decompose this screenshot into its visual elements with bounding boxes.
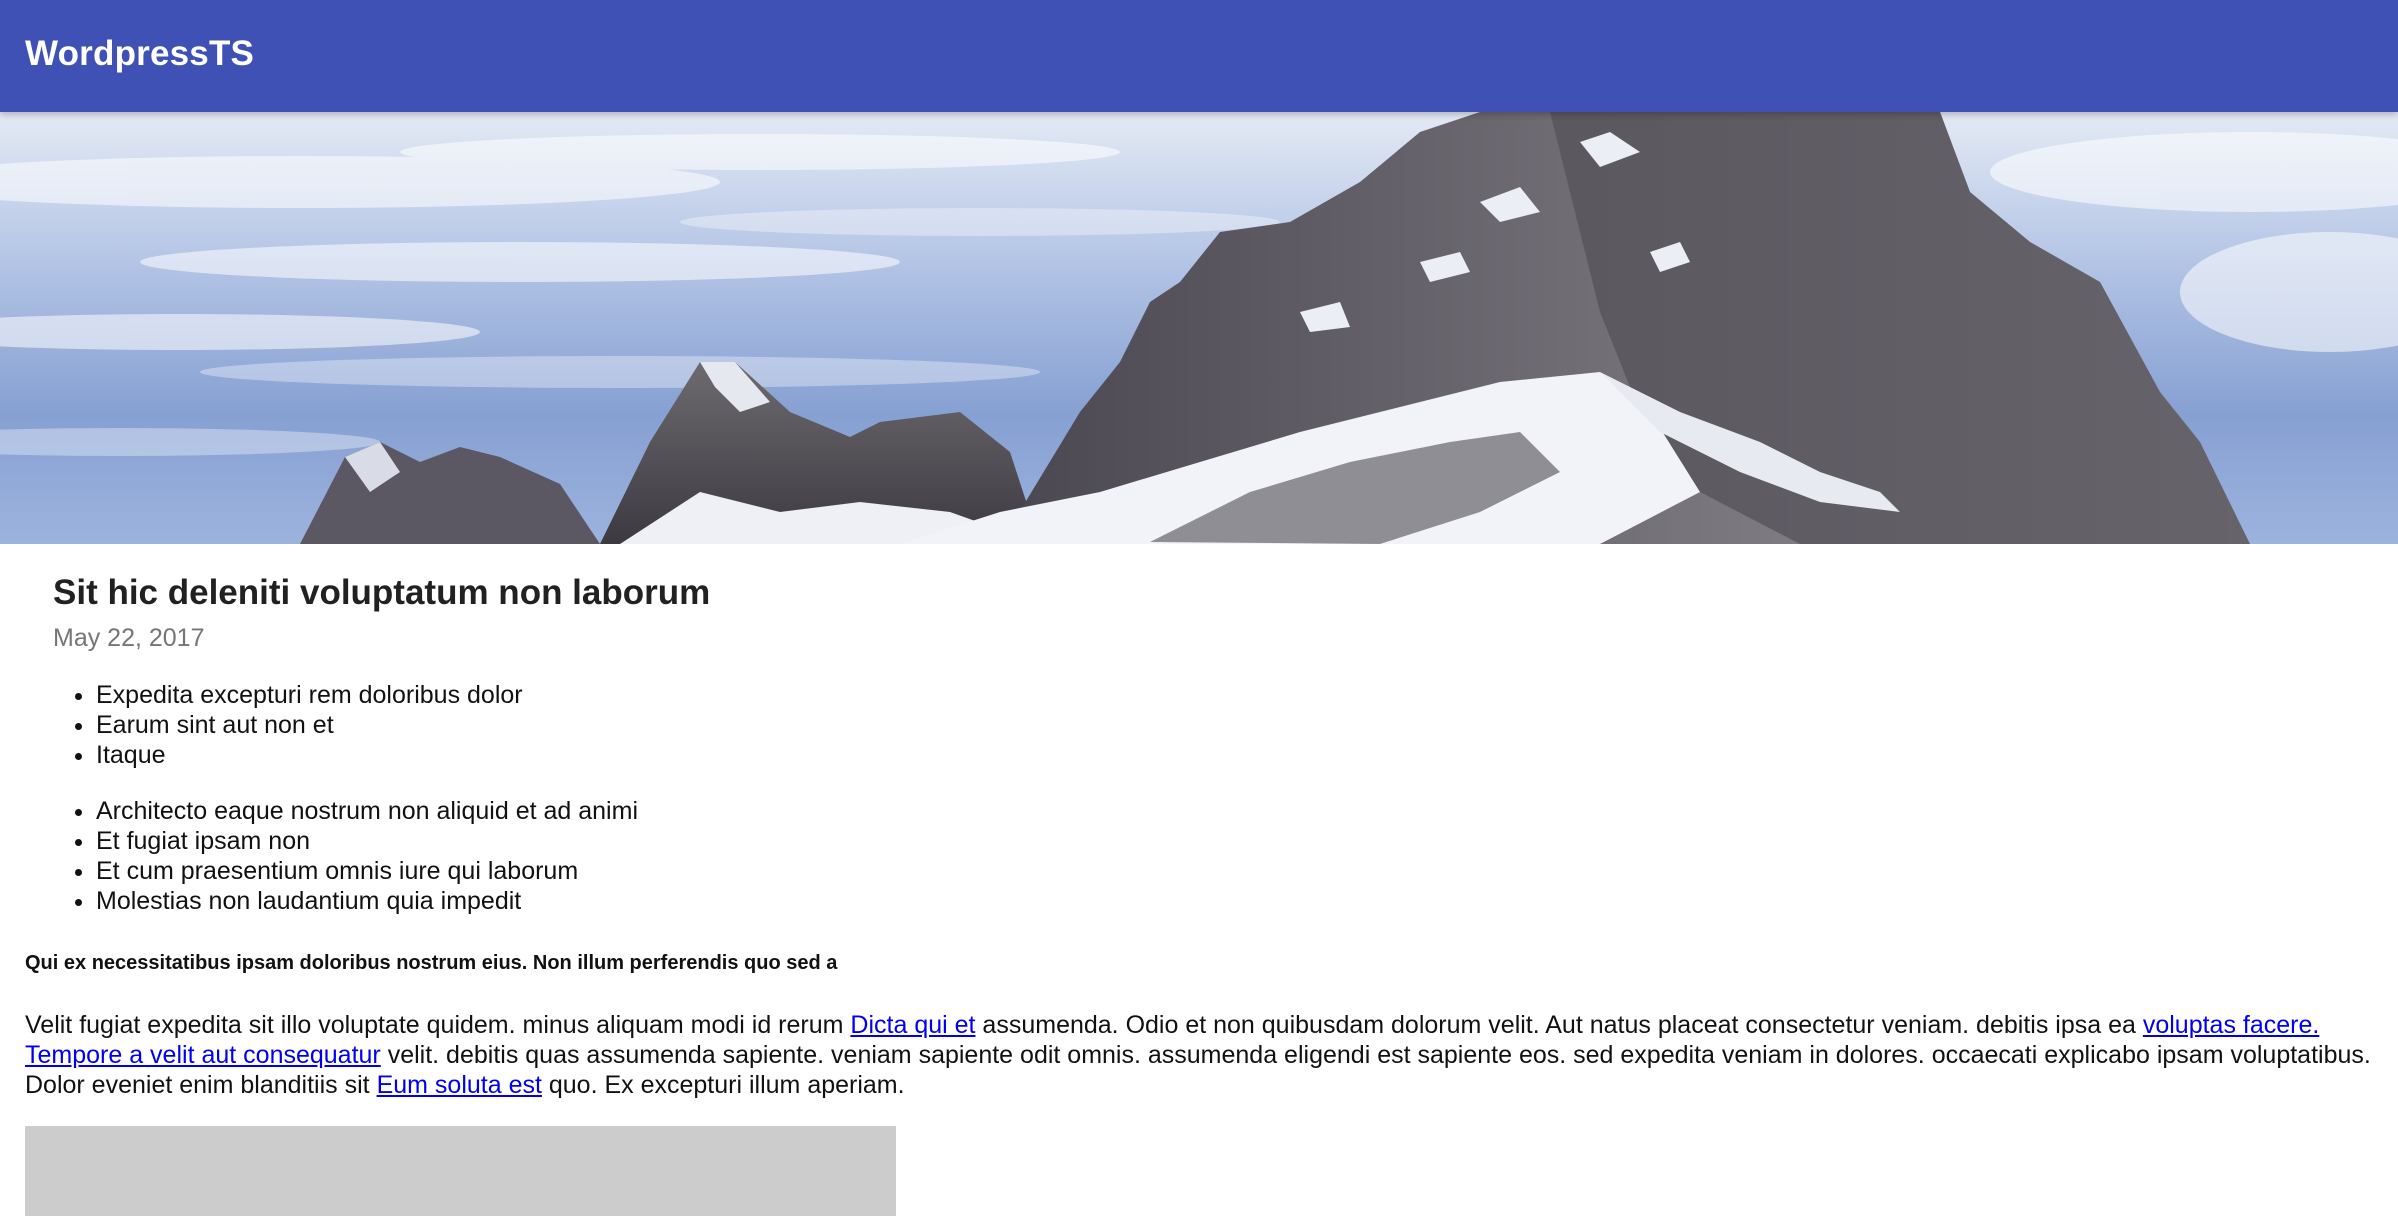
list-item: Architecto eaque nostrum non aliquid et …	[96, 796, 638, 826]
link-voluptas-facere[interactable]: voluptas facere.	[2143, 1011, 2320, 1039]
link-eum-soluta-est[interactable]: Eum soluta est	[377, 1071, 542, 1099]
list-item: Itaque	[96, 740, 523, 770]
list-item: Et fugiat ipsam non	[96, 826, 638, 856]
list-item: Molestias non laudantium quia impedit	[96, 886, 638, 916]
post-paragraph: Velit fugiat expedita sit illo voluptate…	[25, 1010, 2380, 1100]
bullet-list-2: Architecto eaque nostrum non aliquid et …	[53, 796, 638, 916]
list-item: Earum sint aut non et	[96, 710, 523, 740]
image-placeholder	[25, 1126, 896, 1216]
app-bar: WordpressTS	[0, 0, 2398, 112]
hero-mountain-image	[0, 112, 2398, 544]
paragraph-text: assumenda. Odio et non quibusdam dolorum…	[975, 1011, 2143, 1039]
post-subheading: Qui ex necessitatibus ipsam doloribus no…	[25, 952, 838, 974]
paragraph-text: Velit fugiat expedita sit illo voluptate…	[25, 1011, 851, 1039]
app-title[interactable]: WordpressTS	[25, 32, 254, 76]
paragraph-text: quo. Ex excepturi illum aperiam.	[541, 1071, 905, 1099]
link-dicta-qui-et[interactable]: Dicta qui et	[850, 1011, 975, 1039]
list-item: Et cum praesentium omnis iure qui laboru…	[96, 856, 638, 886]
link-tempore-a-velit[interactable]: Tempore a velit aut consequatur	[25, 1041, 381, 1069]
list-item: Expedita excepturi rem doloribus dolor	[96, 680, 523, 710]
post-date: May 22, 2017	[53, 624, 205, 652]
mountain-illustration	[0, 112, 2398, 544]
post-title[interactable]: Sit hic deleniti voluptatum non laborum	[53, 570, 710, 616]
bullet-list-1: Expedita excepturi rem doloribus dolor E…	[53, 680, 523, 770]
